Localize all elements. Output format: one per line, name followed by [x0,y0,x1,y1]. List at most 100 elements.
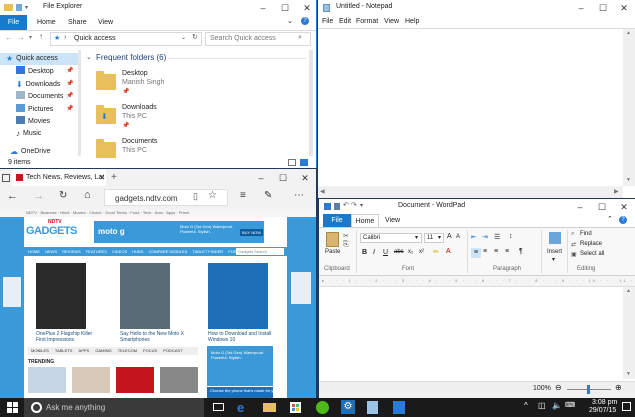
ribbon-tab-home[interactable]: Home [37,19,56,26]
help-icon[interactable]: ? [619,216,627,224]
scroll-down-icon[interactable]: ▼ [626,177,631,183]
up-icon[interactable]: ↑ [39,32,43,41]
nav-reviews[interactable]: REVIEWS [62,249,80,254]
strikethrough-icon[interactable]: abc [394,249,404,255]
action-center-icon[interactable] [622,402,631,411]
home-icon[interactable]: ⌂ [84,189,91,201]
tab-previews-icon[interactable] [2,174,10,182]
back-icon[interactable]: ← [7,190,18,202]
close-button[interactable]: ✕ [613,199,635,215]
cat-tablets[interactable]: TABLETS [55,348,73,353]
select-all-icon[interactable]: ▣ [571,251,577,258]
clock-date[interactable]: 29/07/15 [589,407,616,414]
text-area[interactable] [318,29,623,186]
thumb[interactable] [28,367,66,393]
article-image[interactable] [120,263,170,329]
horizontal-scrollbar[interactable]: ◀ ▶ [318,186,623,198]
address-dropdown-icon[interactable]: ⌄ [181,34,186,41]
refresh-icon[interactable]: ↻ [59,190,67,201]
find-icon[interactable]: ⌕ [571,231,574,238]
subscript-icon[interactable]: x₂ [408,249,413,255]
settings-taskbar-icon[interactable]: ⚙ [341,400,355,414]
notepad-taskbar-icon[interactable] [367,401,378,414]
font-color-icon[interactable]: A [446,248,451,255]
chevron-up-icon[interactable]: ⌃ [607,215,613,223]
cat-telecom[interactable]: TELECOM [118,348,137,353]
zoom-in-icon[interactable]: ⊕ [615,383,622,392]
save-icon[interactable] [334,203,340,210]
thumb[interactable] [116,367,154,393]
ruler[interactable]: ▸ · · · 1 · · · 2 · · · 3 · · · 4 · · · … [319,276,635,293]
cat-mobiles[interactable]: MOBILES [31,348,49,353]
nav-hubs[interactable]: HUBS [132,249,143,254]
start-button-icon[interactable] [7,402,18,413]
close-button[interactable]: ✕ [294,170,316,186]
copy-icon[interactable]: ⎘ [343,241,349,249]
site-logo[interactable]: NDTV GADGETS [26,219,86,243]
paste-label[interactable]: Paste [325,249,340,255]
ribbon-tab-view[interactable]: View [385,217,400,224]
select-all-button[interactable]: Select all [580,251,604,257]
insert-label[interactable]: Insert [547,249,562,255]
header-ad-banner[interactable]: moto g Moto G (3rd Gen) Waterproof. Powe… [94,221,264,243]
ad-cta[interactable]: BUY NOW [240,229,264,236]
bold-icon[interactable]: B [362,249,367,256]
nav-compare[interactable]: COMPARE MOBILES [149,249,188,254]
maximize-button[interactable]: ☐ [274,0,296,16]
cut-icon[interactable]: ✂ [343,232,349,240]
forward-icon[interactable]: → [33,190,44,202]
find-button[interactable]: Find [580,231,592,237]
document-area[interactable] [319,287,623,379]
replace-icon[interactable]: ⇄ [571,241,576,248]
grow-font-icon[interactable]: A [447,233,452,240]
new-tab-button[interactable]: + [111,172,117,183]
menu-file[interactable]: File [322,18,333,25]
thumb[interactable] [160,367,198,393]
address-bar[interactable]: ★ › Quick access ⌄ ↻ [50,32,202,46]
align-center-icon[interactable]: ≡ [483,248,487,255]
nav-item-music[interactable]: ♪ Music [16,128,86,140]
search-box[interactable]: Search Quick access ⌕ [205,32,311,46]
article-title[interactable]: Say Hello to the New Moto X Smartphones [120,331,190,343]
chevron-down-icon[interactable]: ▾ [552,256,555,263]
nav-item-movies[interactable]: Movies [16,116,86,128]
nav-tablet-finder[interactable]: TABLET FINDER [192,249,223,254]
store-taskbar-icon[interactable] [290,402,301,413]
close-button[interactable]: ✕ [296,0,316,16]
align-left-icon[interactable]: ≡ [471,248,481,258]
increase-indent-icon[interactable]: ⇥ [482,233,488,241]
align-right-icon[interactable]: ≡ [494,248,498,255]
refresh-icon[interactable]: ↻ [192,33,198,41]
insert-picture-icon[interactable] [549,232,561,244]
close-button[interactable]: ✕ [613,0,635,16]
font-family-select[interactable]: Calibri ▾ [360,233,422,243]
tiles-view-icon[interactable] [300,159,308,166]
nav-item-onedrive[interactable]: ☁ OneDrive [10,146,80,158]
nav-item-pictures[interactable]: Pictures [16,104,86,116]
folder-tile-documents[interactable]: Documents This PC [96,136,296,168]
recent-dropdown-icon[interactable]: ▾ [29,34,32,41]
side-ad-moto[interactable]: Moto G (3rd Gen) Waterproof. Powerful. S… [207,346,273,386]
whatsapp-taskbar-icon[interactable] [316,401,329,414]
collapse-chevron-icon[interactable]: ⌄ [86,53,92,61]
nav-videos[interactable]: VIDEOS [112,249,127,254]
wordpad-taskbar-icon[interactable] [393,401,405,414]
folder-tile-downloads[interactable]: ⬇ Downloads This PC 📌 [96,102,296,136]
nav-item-desktop[interactable]: Desktop [16,66,86,78]
vertical-scrollbar[interactable]: ▲ ▼ [623,287,635,379]
cortana-placeholder[interactable]: Ask me anything [46,403,105,412]
nav-scrollbar[interactable] [78,50,81,156]
show-hidden-icons[interactable]: ^ [524,401,528,410]
undo-icon[interactable]: ↶ [343,201,349,209]
cat-focus[interactable]: FOCUS [143,348,157,353]
redo-icon[interactable]: ↷ [351,201,357,209]
help-icon[interactable]: ? [301,17,309,25]
nav-item-downloads[interactable]: ⬇ Downloads [16,79,86,91]
ribbon-tab-share[interactable]: Share [68,19,87,26]
font-size-select[interactable]: 11 ▾ [424,233,444,243]
highlight-icon[interactable]: ✏ [433,248,439,256]
url-text[interactable]: gadgets.ndtv.com [115,194,178,203]
replace-button[interactable]: Replace [580,241,602,247]
minimize-button[interactable]: – [250,170,272,186]
article-image[interactable] [36,263,86,329]
